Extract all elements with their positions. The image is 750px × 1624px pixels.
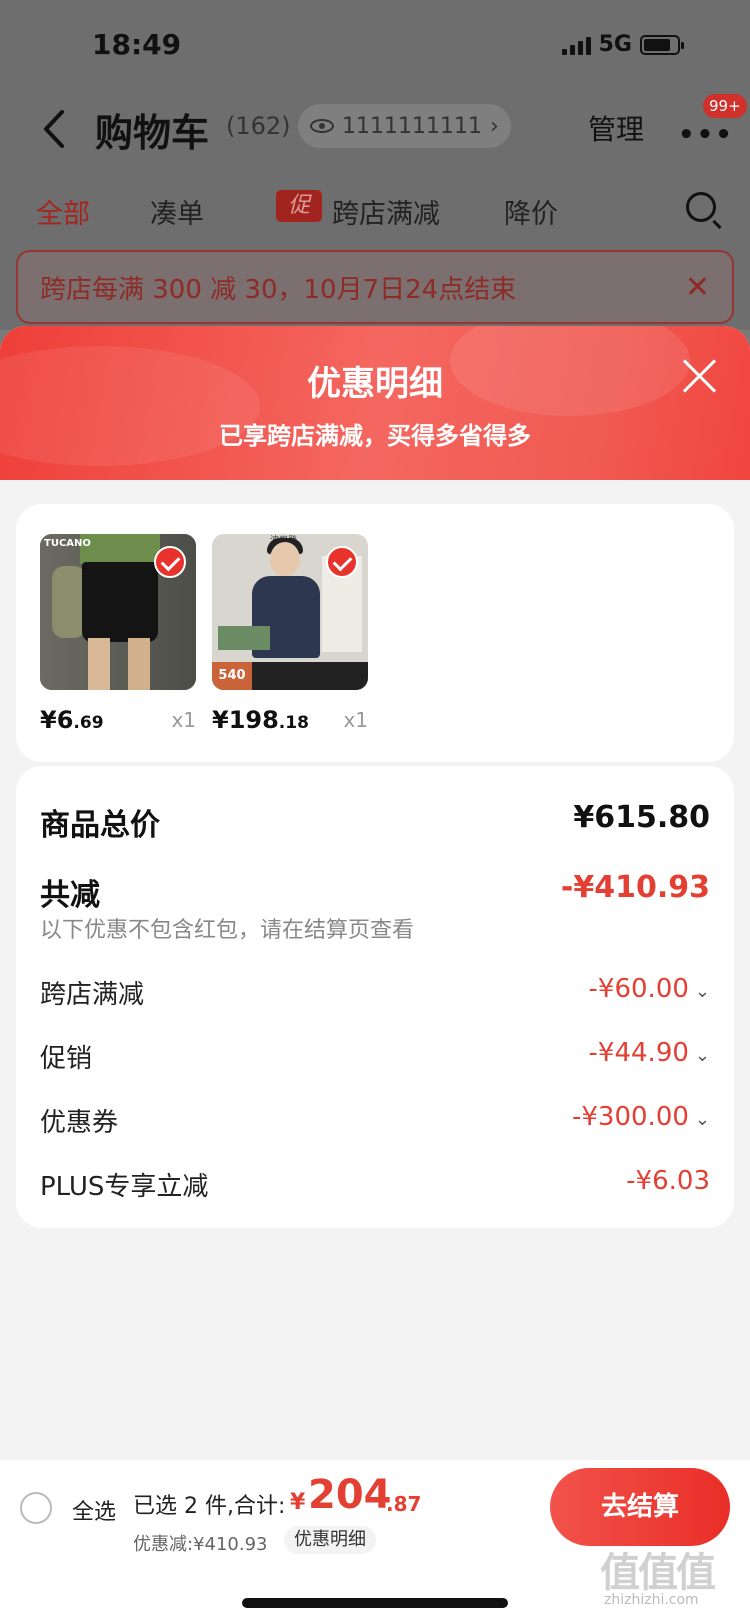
product-qty: x1 [343, 708, 368, 732]
product-item[interactable]: 波司登 540 ¥198.18 x1 [212, 534, 368, 734]
page-title: 购物车 [95, 111, 210, 155]
select-all-label[interactable]: 全选 [72, 1494, 116, 1526]
price-summary-card: 商品总价 ¥615.80 共减 -¥410.93 以下优惠不包含红包，请在结算页… [16, 766, 734, 1228]
selected-count: 已选 2 件,合计: [133, 1494, 286, 1519]
total-currency: ¥ [290, 1490, 306, 1515]
total-reduce-value: -¥410.93 [560, 870, 710, 905]
promo-tag-icon: 促 [276, 190, 322, 222]
promo-notice: 跨店每满 300 减 30，10月7日24点结束 ✕ [16, 250, 734, 324]
watermark: 值值值 [600, 1550, 716, 1596]
manage-button[interactable]: 管理 [588, 108, 644, 148]
total-amount: 204 [308, 1472, 392, 1518]
watermark-url: zhizhizhi.com [604, 1592, 699, 1608]
address-text: 1111111111 [342, 113, 482, 139]
discount-detail-sheet: 优惠明细 已享跨店满减，买得多省得多 TUCANO ¥6.69 x1 波司登 [0, 326, 750, 1624]
chevron-right-icon: › [489, 113, 499, 139]
chevron-down-icon: ⌄ [694, 981, 710, 1002]
selected-products-card: TUCANO ¥6.69 x1 波司登 540 ¥198.18 x1 [16, 504, 734, 762]
chevron-down-icon: ⌄ [694, 1109, 710, 1130]
total-amount-decimal: .87 [386, 1492, 422, 1516]
address-selector[interactable]: 1111111111 › [298, 104, 511, 148]
tab-cross-store[interactable]: 跨店满减 [332, 192, 440, 231]
tab-bundle[interactable]: 凑单 [150, 192, 204, 231]
checkout-button[interactable]: 去结算 [550, 1468, 730, 1546]
chevron-down-icon: ⌄ [694, 1045, 710, 1066]
select-all-radio[interactable] [20, 1492, 52, 1524]
search-icon[interactable] [686, 192, 716, 222]
signal-icon [561, 35, 591, 55]
brand-logo: TUCANO [44, 538, 91, 549]
sheet-subtitle: 已享跨店满减，买得多省得多 [219, 422, 531, 450]
total-reduce-label: 共减 [40, 878, 100, 913]
nav-bar: 购物车 (162) 1111111111 › 管理 ••• 99+ [0, 90, 750, 170]
sheet-header: 优惠明细 已享跨店满减，买得多省得多 [0, 326, 750, 480]
close-icon[interactable]: ✕ [685, 270, 710, 305]
total-price-label: 商品总价 [40, 808, 160, 843]
message-badge: 99+ [703, 94, 747, 118]
check-icon[interactable] [326, 546, 358, 578]
close-icon[interactable] [682, 358, 718, 394]
discount-detail-button[interactable]: 优惠明细 [284, 1526, 376, 1554]
more-icon[interactable]: ••• [678, 120, 734, 150]
battery-icon [640, 34, 684, 55]
notice-text: 跨店每满 300 减 30，10月7日24点结束 [40, 274, 517, 305]
reduce-note: 以下优惠不包含红包，请在结算页查看 [40, 918, 415, 943]
back-icon[interactable] [40, 104, 70, 154]
sheet-title: 优惠明细 [307, 364, 443, 404]
eye-icon [310, 119, 334, 133]
product-image[interactable]: TUCANO [40, 534, 196, 690]
cart-count: (162) [226, 112, 291, 140]
network-label: 5G [598, 32, 632, 57]
filter-tabs: 全部 凑单 促 跨店满减 降价 [0, 180, 750, 240]
product-price: ¥6.69 [40, 706, 104, 734]
cart-background: 18:49 5G 购物车 (162) 1111111111 › 管理 ••• 9… [0, 0, 750, 330]
checkout-bar: 全选 已选 2 件,合计: ¥ 204 .87 优惠减:¥410.93 优惠明细… [0, 1460, 750, 1624]
status-bar: 18:49 5G [0, 0, 750, 90]
product-price: ¥198.18 [212, 706, 309, 734]
tab-all[interactable]: 全部 [36, 192, 90, 231]
status-time: 18:49 [92, 28, 182, 61]
status-indicators: 5G [561, 32, 684, 57]
product-image[interactable]: 波司登 540 [212, 534, 368, 690]
check-icon[interactable] [154, 546, 186, 578]
discount-summary: 优惠减:¥410.93 [133, 1534, 268, 1555]
product-tag: 540 [212, 662, 252, 690]
product-item[interactable]: TUCANO ¥6.69 x1 [40, 534, 196, 734]
product-qty: x1 [171, 708, 196, 732]
home-indicator [242, 1598, 508, 1608]
total-price-value: ¥615.80 [573, 800, 710, 835]
tab-price-drop[interactable]: 降价 [504, 192, 558, 231]
